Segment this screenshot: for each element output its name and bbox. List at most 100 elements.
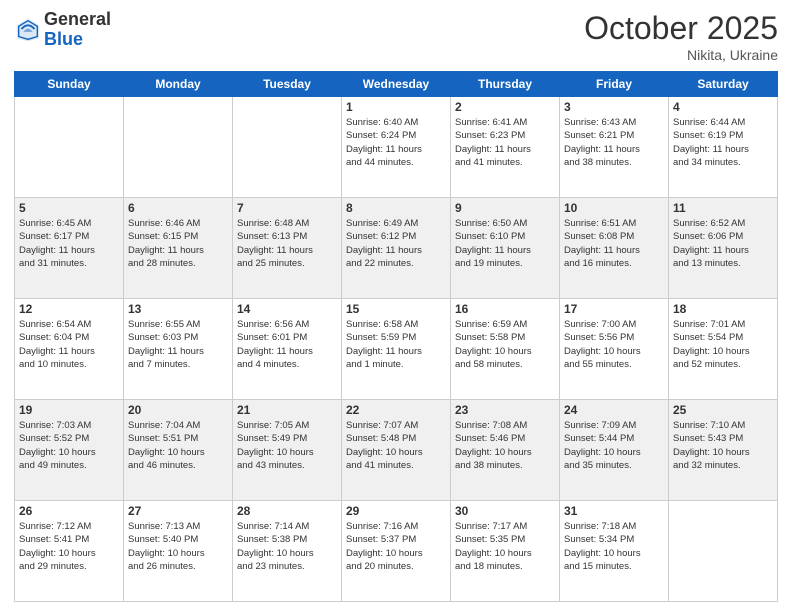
calendar-table: Sunday Monday Tuesday Wednesday Thursday… (14, 71, 778, 602)
day-number-3-1: 20 (128, 403, 228, 417)
cell-0-0 (15, 97, 124, 198)
day-number-1-2: 7 (237, 201, 337, 215)
cell-4-3: 29 Sunrise: 7:16 AM Sunset: 5:37 PM Dayli… (342, 501, 451, 602)
cell-4-5: 31 Sunrise: 7:18 AM Sunset: 5:34 PM Dayli… (560, 501, 669, 602)
header-monday: Monday (124, 72, 233, 97)
day-info-3-0: Sunrise: 7:03 AM Sunset: 5:52 PM Dayligh… (19, 419, 119, 472)
cell-0-1 (124, 97, 233, 198)
day-number-2-6: 18 (673, 302, 773, 316)
day-number-1-0: 5 (19, 201, 119, 215)
day-info-2-5: Sunrise: 7:00 AM Sunset: 5:56 PM Dayligh… (564, 318, 664, 371)
day-info-3-4: Sunrise: 7:08 AM Sunset: 5:46 PM Dayligh… (455, 419, 555, 472)
day-info-2-0: Sunrise: 6:54 AM Sunset: 6:04 PM Dayligh… (19, 318, 119, 371)
day-number-2-4: 16 (455, 302, 555, 316)
day-info-4-2: Sunrise: 7:14 AM Sunset: 5:38 PM Dayligh… (237, 520, 337, 573)
day-number-0-3: 1 (346, 100, 446, 114)
day-number-4-1: 27 (128, 504, 228, 518)
day-info-0-3: Sunrise: 6:40 AM Sunset: 6:24 PM Dayligh… (346, 116, 446, 169)
cell-3-1: 20 Sunrise: 7:04 AM Sunset: 5:51 PM Dayli… (124, 400, 233, 501)
cell-2-0: 12 Sunrise: 6:54 AM Sunset: 6:04 PM Dayli… (15, 299, 124, 400)
day-number-4-3: 29 (346, 504, 446, 518)
day-info-2-2: Sunrise: 6:56 AM Sunset: 6:01 PM Dayligh… (237, 318, 337, 371)
day-number-3-3: 22 (346, 403, 446, 417)
day-number-3-0: 19 (19, 403, 119, 417)
header-saturday: Saturday (669, 72, 778, 97)
cell-3-5: 24 Sunrise: 7:09 AM Sunset: 5:44 PM Dayli… (560, 400, 669, 501)
day-info-0-5: Sunrise: 6:43 AM Sunset: 6:21 PM Dayligh… (564, 116, 664, 169)
day-info-2-4: Sunrise: 6:59 AM Sunset: 5:58 PM Dayligh… (455, 318, 555, 371)
cell-3-4: 23Sunrise: 7:08 AM Sunset: 5:46 PM Dayli… (451, 400, 560, 501)
cell-1-3: 8Sunrise: 6:49 AM Sunset: 6:12 PM Daylig… (342, 198, 451, 299)
day-number-4-2: 28 (237, 504, 337, 518)
day-number-2-1: 13 (128, 302, 228, 316)
day-number-1-4: 9 (455, 201, 555, 215)
logo-icon (14, 16, 42, 44)
cell-2-5: 17 Sunrise: 7:00 AM Sunset: 5:56 PM Dayli… (560, 299, 669, 400)
cell-3-2: 21 Sunrise: 7:05 AM Sunset: 5:49 PM Dayli… (233, 400, 342, 501)
cell-1-1: 6 Sunrise: 6:46 AM Sunset: 6:15 PM Daylig… (124, 198, 233, 299)
header-friday: Friday (560, 72, 669, 97)
day-number-4-5: 31 (564, 504, 664, 518)
day-info-1-6: Sunrise: 6:52 AM Sunset: 6:06 PM Dayligh… (673, 217, 773, 270)
day-number-0-5: 3 (564, 100, 664, 114)
day-number-1-1: 6 (128, 201, 228, 215)
day-info-3-1: Sunrise: 7:04 AM Sunset: 5:51 PM Dayligh… (128, 419, 228, 472)
day-info-1-5: Sunrise: 6:51 AM Sunset: 6:08 PM Dayligh… (564, 217, 664, 270)
day-info-1-3: Sunrise: 6:49 AM Sunset: 6:12 PM Dayligh… (346, 217, 446, 270)
cell-3-6: 25Sunrise: 7:10 AM Sunset: 5:43 PM Dayli… (669, 400, 778, 501)
week-row-4: 26Sunrise: 7:12 AM Sunset: 5:41 PM Dayli… (15, 501, 778, 602)
cell-1-4: 9Sunrise: 6:50 AM Sunset: 6:10 PM Daylig… (451, 198, 560, 299)
day-number-0-6: 4 (673, 100, 773, 114)
day-number-1-6: 11 (673, 201, 773, 215)
cell-2-1: 13 Sunrise: 6:55 AM Sunset: 6:03 PM Dayli… (124, 299, 233, 400)
page: General Blue October 2025 Nikita, Ukrain… (0, 0, 792, 612)
weekday-header-row: Sunday Monday Tuesday Wednesday Thursday… (15, 72, 778, 97)
day-info-4-3: Sunrise: 7:16 AM Sunset: 5:37 PM Dayligh… (346, 520, 446, 573)
cell-4-0: 26Sunrise: 7:12 AM Sunset: 5:41 PM Dayli… (15, 501, 124, 602)
week-row-2: 12 Sunrise: 6:54 AM Sunset: 6:04 PM Dayli… (15, 299, 778, 400)
cell-2-4: 16 Sunrise: 6:59 AM Sunset: 5:58 PM Dayli… (451, 299, 560, 400)
logo-general: General (44, 9, 111, 29)
day-info-3-5: Sunrise: 7:09 AM Sunset: 5:44 PM Dayligh… (564, 419, 664, 472)
header-sunday: Sunday (15, 72, 124, 97)
day-number-3-5: 24 (564, 403, 664, 417)
day-info-2-6: Sunrise: 7:01 AM Sunset: 5:54 PM Dayligh… (673, 318, 773, 371)
day-info-1-1: Sunrise: 6:46 AM Sunset: 6:15 PM Dayligh… (128, 217, 228, 270)
day-number-3-2: 21 (237, 403, 337, 417)
day-number-2-3: 15 (346, 302, 446, 316)
day-number-0-4: 2 (455, 100, 555, 114)
cell-0-2 (233, 97, 342, 198)
day-number-1-5: 10 (564, 201, 664, 215)
day-info-2-3: Sunrise: 6:58 AM Sunset: 5:59 PM Dayligh… (346, 318, 446, 371)
day-info-1-2: Sunrise: 6:48 AM Sunset: 6:13 PM Dayligh… (237, 217, 337, 270)
title-block: October 2025 Nikita, Ukraine (584, 10, 778, 63)
day-number-2-5: 17 (564, 302, 664, 316)
cell-2-6: 18 Sunrise: 7:01 AM Sunset: 5:54 PM Dayli… (669, 299, 778, 400)
day-info-3-6: Sunrise: 7:10 AM Sunset: 5:43 PM Dayligh… (673, 419, 773, 472)
cell-4-4: 30Sunrise: 7:17 AM Sunset: 5:35 PM Dayli… (451, 501, 560, 602)
day-info-3-2: Sunrise: 7:05 AM Sunset: 5:49 PM Dayligh… (237, 419, 337, 472)
cell-0-5: 3 Sunrise: 6:43 AM Sunset: 6:21 PM Daylig… (560, 97, 669, 198)
header-tuesday: Tuesday (233, 72, 342, 97)
cell-1-2: 7 Sunrise: 6:48 AM Sunset: 6:13 PM Daylig… (233, 198, 342, 299)
cell-1-0: 5Sunrise: 6:45 AM Sunset: 6:17 PM Daylig… (15, 198, 124, 299)
day-info-0-4: Sunrise: 6:41 AM Sunset: 6:23 PM Dayligh… (455, 116, 555, 169)
cell-3-0: 19 Sunrise: 7:03 AM Sunset: 5:52 PM Dayli… (15, 400, 124, 501)
day-number-4-0: 26 (19, 504, 119, 518)
day-info-4-5: Sunrise: 7:18 AM Sunset: 5:34 PM Dayligh… (564, 520, 664, 573)
cell-0-3: 1 Sunrise: 6:40 AM Sunset: 6:24 PM Daylig… (342, 97, 451, 198)
header: General Blue October 2025 Nikita, Ukrain… (14, 10, 778, 63)
cell-1-5: 10 Sunrise: 6:51 AM Sunset: 6:08 PM Dayli… (560, 198, 669, 299)
header-wednesday: Wednesday (342, 72, 451, 97)
logo: General Blue (14, 10, 111, 50)
cell-0-6: 4Sunrise: 6:44 AM Sunset: 6:19 PM Daylig… (669, 97, 778, 198)
cell-2-2: 14Sunrise: 6:56 AM Sunset: 6:01 PM Dayli… (233, 299, 342, 400)
week-row-0: 1 Sunrise: 6:40 AM Sunset: 6:24 PM Daylig… (15, 97, 778, 198)
day-info-2-1: Sunrise: 6:55 AM Sunset: 6:03 PM Dayligh… (128, 318, 228, 371)
day-number-2-0: 12 (19, 302, 119, 316)
month-title: October 2025 (584, 10, 778, 47)
week-row-3: 19 Sunrise: 7:03 AM Sunset: 5:52 PM Dayli… (15, 400, 778, 501)
day-info-3-3: Sunrise: 7:07 AM Sunset: 5:48 PM Dayligh… (346, 419, 446, 472)
cell-2-3: 15 Sunrise: 6:58 AM Sunset: 5:59 PM Dayli… (342, 299, 451, 400)
cell-4-1: 27Sunrise: 7:13 AM Sunset: 5:40 PM Dayli… (124, 501, 233, 602)
